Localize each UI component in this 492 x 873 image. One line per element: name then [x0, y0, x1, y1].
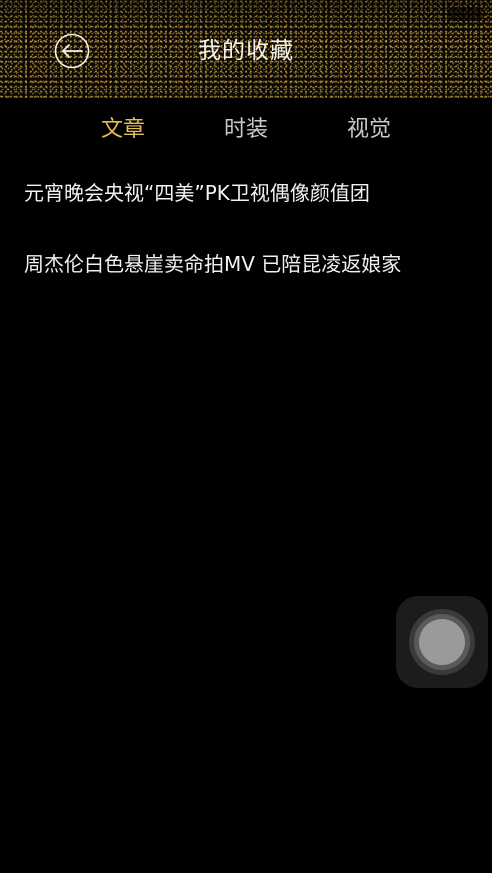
assistive-touch-icon	[409, 609, 475, 675]
list-item[interactable]: 元宵晚会央视“四美”PK卫视偶像颜值团	[24, 178, 474, 208]
header-bar: 我的收藏	[0, 0, 492, 98]
status-bar-left	[10, 6, 50, 16]
assistive-touch-button[interactable]	[396, 596, 488, 688]
tab-visual[interactable]: 视觉	[324, 110, 414, 150]
battery-icon	[448, 7, 482, 21]
tab-articles[interactable]: 文章	[78, 110, 168, 150]
tab-bar: 文章 时装 视觉	[0, 110, 492, 150]
list-item[interactable]: 周杰伦白色悬崖卖命拍MV 已陪昆凌返娘家	[24, 249, 474, 279]
tab-fashion[interactable]: 时装	[201, 110, 291, 150]
page-title: 我的收藏	[198, 38, 294, 64]
